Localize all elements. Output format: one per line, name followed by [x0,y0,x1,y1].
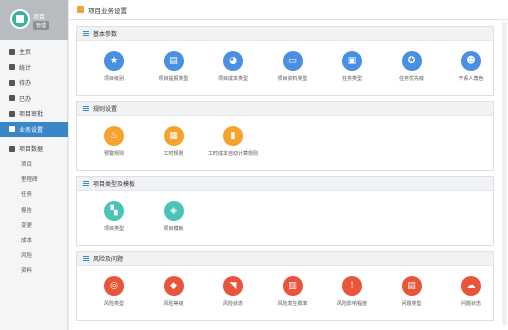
setting-item[interactable]: ◈ 项目模板 [139,201,209,232]
file-icon: ▤ [401,276,422,296]
nav-label: 统计 [19,65,32,72]
section-header: 规则设置 [77,102,493,116]
shield-icon: ◆ [163,276,184,296]
nav-home[interactable]: 主页 [0,44,68,60]
home-icon [9,48,15,55]
list-icon [83,31,89,36]
settings-page-icon [77,6,84,13]
user-icon: ☻ [461,51,481,71]
setting-item-label: 项目模板 [163,226,184,232]
setting-item[interactable]: ▮ 工时成本自动计算规则 [198,126,268,157]
nav-sub-cost[interactable]: 成本 [0,232,68,247]
section-items: ★ 项目级别 ▤ 项目提报类型 ◕ 项目成本类型 ▭ 项目资料类型 ▣ 任务类型 ✪ 任务优先级 ☻ 干系… [77,41,493,109]
setting-item-label: 问题状态 [460,301,481,307]
setting-item-label: 干系人角色 [458,76,484,82]
project-header: 项目 管理 [0,0,68,40]
nav-sub-report[interactable]: 报告 [0,202,68,217]
folder-icon: ▭ [282,51,303,71]
nav-label: 项目数据 [19,147,44,154]
chart-icon: ▥ [282,276,303,296]
section-risks-issues: 风险及问题 ◎ 风险类型 ◆ 风险等级 ◥ 风险状态 ▥ 风险发生概率! 风险影响程度 ▤ 问题类型… [76,251,494,321]
sidebar: 项目 管理 主页 统计 待办 已办 项目审批 业务设置 项目数据 项目 里程碑 … [0,0,68,330]
alert-icon: ! [342,276,362,296]
nav-done[interactable]: 已办 [0,91,68,107]
nav-label: 待办 [19,81,32,88]
project-title: 项目 [33,15,46,21]
section-header: 项目类型及模板 [77,177,493,191]
section-basic-params: 基本参数 ★ 项目级别 ▤ 项目提报类型 ◕ 项目成本类型 ▭ 项目资料类型 ▣ 任务类型 ✪ 任务优… [76,26,494,96]
section-title: 规则设置 [93,107,118,113]
data-icon [9,145,15,152]
setting-item[interactable]: ☁ 问题状态 [436,276,506,307]
nav-sub-task[interactable]: 任务 [0,187,68,202]
setting-item-label: 工时成本自动计算规则 [207,151,258,157]
nav-label: 项目审批 [19,112,44,119]
nav-todo[interactable]: 待办 [0,75,68,91]
drop-icon: ♨ [104,126,124,146]
nav-sub-project[interactable]: 项目 [0,157,68,172]
cloud-icon: ☁ [461,276,481,296]
section-items: ♨ 预警规则 ▦ 工时规则 ▮ 工时成本自动计算规则 [77,116,493,184]
page-title: 项目业务设置 [88,7,127,15]
bar-chart-icon: ▮ [223,126,243,146]
nav-stats[interactable]: 统计 [0,60,68,76]
pie-chart-icon: ◕ [223,51,243,71]
nav-sub-change[interactable]: 变更 [0,217,68,232]
section-items: ◎ 风险类型 ◆ 风险等级 ◥ 风险状态 ▥ 风险发生概率! 风险影响程度 ▤ 问题类型 ☁ 问题状态 [77,266,493,330]
nav-sub-milestone[interactable]: 里程碑 [0,172,68,187]
list-icon [83,181,89,186]
section-rules: 规则设置 ♨ 预警规则 ▦ 工时规则 ▮ 工时成本自动计算规则 [76,101,494,171]
project-badge: 管理 [33,21,50,30]
side-nav: 主页 统计 待办 已办 项目审批 业务设置 项目数据 项目 里程碑 任务 报告 … [0,44,68,278]
main-content: 项目业务设置 基本参数 ★ 项目级别 ▤ 项目提报类型 ◕ 项目成本类型 ▭ 项目资料类型 ▣ 任… [69,0,508,330]
nav-label: 业务设置 [19,127,44,134]
grid-icon: ▚ [104,201,124,221]
settings-icon [9,126,15,133]
section-header: 基本参数 [77,27,493,41]
target-icon: ◎ [104,276,124,296]
star-icon: ★ [104,51,124,71]
done-icon [9,95,15,102]
calendar-icon: ▦ [163,126,184,146]
section-title: 项目类型及模板 [93,182,136,188]
briefcase-icon: ▣ [342,51,362,71]
ribbon-icon: ✪ [401,51,422,71]
tag-icon: ◥ [223,276,243,296]
setting-item[interactable]: ☻ 干系人角色 [436,51,506,82]
nav-sub-docs[interactable]: 资料 [0,263,68,278]
todo-icon [9,79,15,86]
project-logo-icon [10,9,30,29]
nav-sub-risk[interactable]: 风险 [0,248,68,263]
nav-group-header[interactable]: 项目数据 [0,141,68,157]
list-icon [83,106,89,111]
nav-settings[interactable]: 业务设置 [0,121,68,137]
stats-icon [9,64,15,71]
section-header: 风险及问题 [77,252,493,266]
nav-label: 主页 [19,50,32,57]
layers-icon: ◈ [163,201,184,221]
section-title: 基本参数 [93,32,118,38]
nav-label: 已办 [19,96,32,103]
page-header: 项目业务设置 [69,0,508,20]
section-types-templates: 项目类型及模板 ▚ 项目类型 ◈ 项目模板 [76,176,494,246]
approve-icon [9,110,15,117]
section-title: 风险及问题 [93,257,124,263]
nav-group-project-data: 项目数据 项目 里程碑 任务 报告 变更 成本 风险 资料 [0,141,68,278]
document-icon: ▤ [163,51,184,71]
nav-approve[interactable]: 项目审批 [0,106,68,122]
section-items: ▚ 项目类型 ◈ 项目模板 [77,191,493,259]
list-icon [83,256,89,261]
